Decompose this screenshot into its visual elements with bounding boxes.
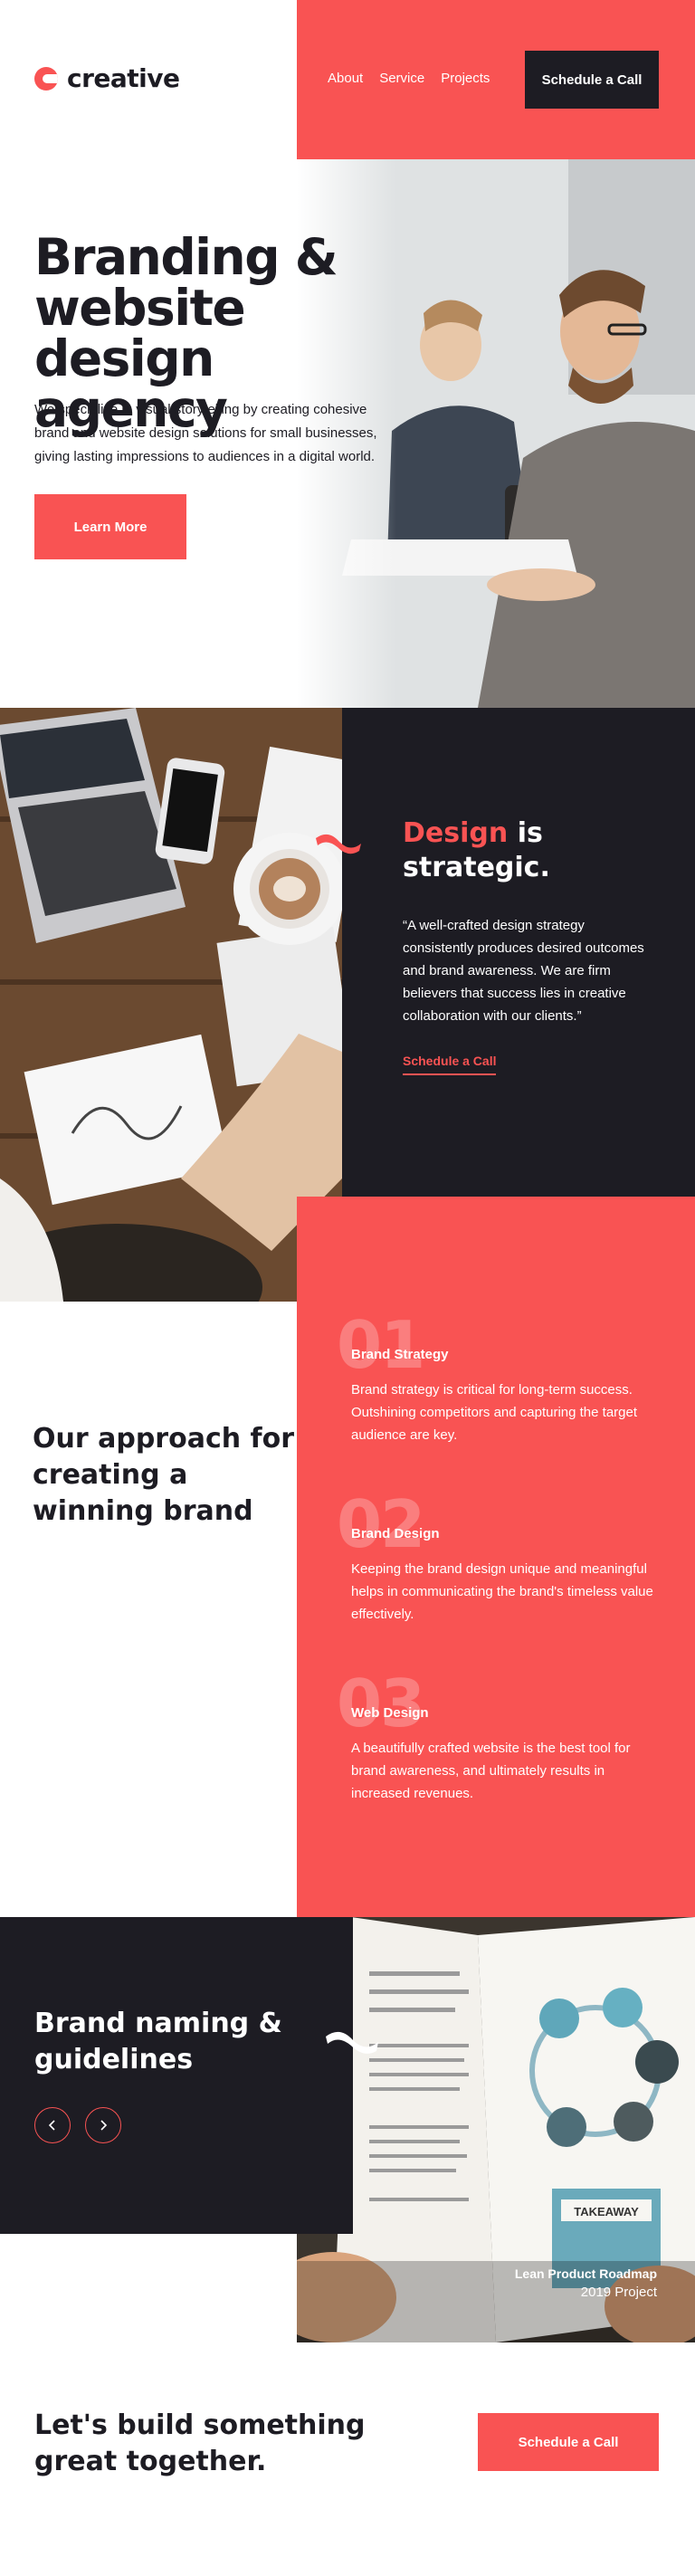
brand-naming-title: Brand naming & guidelines: [34, 2008, 282, 2075]
nav-service[interactable]: Service: [379, 71, 424, 86]
schedule-call-link[interactable]: Schedule a Call: [403, 1054, 497, 1075]
chevron-right-icon: [100, 2120, 108, 2131]
chevron-left-icon: [48, 2120, 55, 2131]
squiggle-decoration-coral: [316, 834, 361, 854]
project-caption-year: 2019 Project: [580, 2285, 657, 2300]
next-slide-button[interactable]: [85, 2107, 121, 2143]
step-title: Brand Strategy: [351, 1347, 449, 1362]
desk-workspace-photo: [0, 708, 342, 1302]
approach-step-1: 01 Brand Strategy Brand strategy is crit…: [337, 1312, 662, 1443]
schedule-call-header-button[interactable]: Schedule a Call: [525, 51, 659, 109]
logo[interactable]: creative: [34, 63, 180, 93]
design-quote: “A well-crafted design strategy consiste…: [403, 918, 644, 1024]
design-section-title: Design is strategic.: [403, 816, 674, 885]
step-number: 03: [337, 1665, 425, 1741]
step-description: Keeping the brand design unique and mean…: [351, 1561, 653, 1622]
step-title: Web Design: [351, 1705, 429, 1721]
project-caption-title: Lean Product Roadmap: [514, 2266, 657, 2281]
cta-title: Let's build something great together.: [34, 2409, 366, 2477]
previous-slide-button[interactable]: [34, 2107, 71, 2143]
main-nav: About Service Projects: [328, 71, 506, 86]
step-title: Brand Design: [351, 1526, 440, 1541]
approach-title: Our approach for creating a winning bran…: [33, 1423, 294, 1527]
schedule-call-footer-button[interactable]: Schedule a Call: [478, 2413, 659, 2471]
step-description: Brand strategy is critical for long-term…: [351, 1382, 638, 1443]
nav-projects[interactable]: Projects: [441, 71, 490, 86]
approach-step-3: 03 Web Design A beautifully crafted webs…: [337, 1671, 662, 1801]
learn-more-button[interactable]: Learn More: [34, 494, 186, 559]
step-number: 01: [337, 1307, 425, 1383]
logo-text: creative: [67, 63, 180, 93]
desk-photo-illustration: [0, 708, 342, 1302]
logo-icon: [34, 66, 58, 91]
book-takeaway-text: TAKEAWAY: [574, 2205, 639, 2218]
approach-step-2: 02 Brand Design Keeping the brand design…: [337, 1492, 662, 1622]
squiggle-decoration-white: [326, 2031, 378, 2054]
nav-about[interactable]: About: [328, 71, 363, 86]
design-title-accent: Design: [403, 817, 509, 849]
step-description: A beautifully crafted website is the bes…: [351, 1741, 631, 1801]
hero-description: We specialize in visual storytelling by …: [34, 402, 377, 464]
step-number: 02: [337, 1486, 425, 1562]
